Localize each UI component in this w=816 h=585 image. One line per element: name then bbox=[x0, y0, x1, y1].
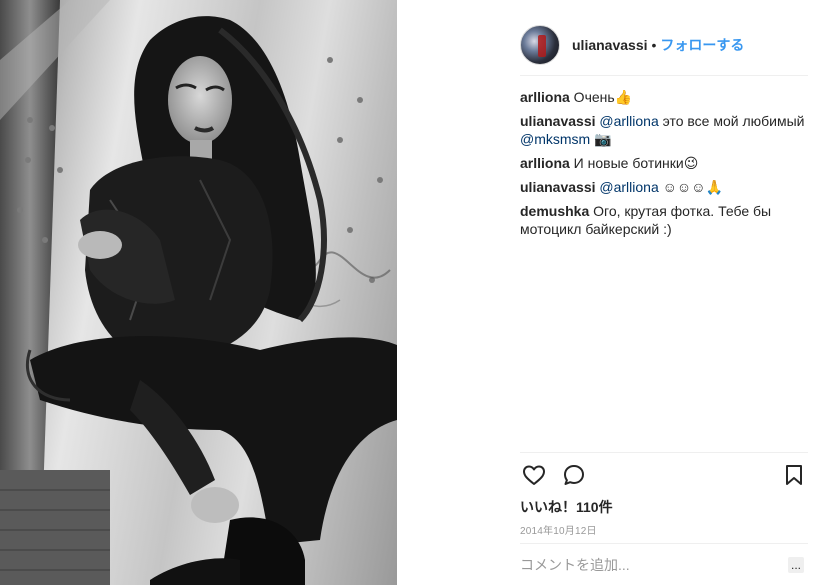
emoji-icon: 👍 bbox=[614, 90, 633, 106]
photo-illustration bbox=[0, 0, 397, 585]
comment-username[interactable]: demushka bbox=[520, 203, 589, 219]
comment-list: arlliona Очень👍 ulianavassi @arlliona это… bbox=[520, 88, 808, 243]
post-date[interactable]: 2014年10月12日 bbox=[520, 522, 597, 537]
comment-item: arlliona И новые ботинки😉 bbox=[520, 154, 808, 173]
comment-item: demushka Ого, крутая фотка. Тебе бы мото… bbox=[520, 202, 808, 238]
post-photo[interactable] bbox=[0, 0, 397, 585]
comment-input[interactable] bbox=[520, 556, 788, 573]
bookmark-icon[interactable] bbox=[780, 461, 808, 489]
comment-text: Очень bbox=[569, 89, 615, 105]
more-options-button[interactable]: ... bbox=[788, 556, 804, 573]
add-comment-bar: ... bbox=[520, 543, 808, 585]
comment-item: ulianavassi @arlliona это все мой любимы… bbox=[520, 112, 808, 149]
comment-text: это все мой любимый bbox=[658, 113, 805, 129]
heart-icon[interactable] bbox=[520, 461, 548, 489]
post-side-panel: ulianavassi • フォローする arlliona Очень👍 ulia… bbox=[397, 0, 816, 585]
comment-bubble-icon[interactable] bbox=[560, 461, 588, 489]
avatar[interactable] bbox=[520, 24, 560, 65]
post-header: ulianavassi • フォローする bbox=[520, 14, 808, 76]
comment-username[interactable]: arlliona bbox=[520, 155, 570, 171]
header-separator: • bbox=[651, 36, 657, 53]
comment-item: ulianavassi @arlliona ☺☺☺🙏 bbox=[520, 178, 808, 197]
comment-mention-link[interactable]: @arlliona bbox=[599, 179, 658, 195]
likes-count[interactable]: いいね！110件 bbox=[520, 497, 613, 517]
more-options-icon: ... bbox=[790, 557, 801, 572]
emoji-icon: 📷 bbox=[594, 132, 612, 148]
post-actions bbox=[520, 452, 808, 492]
comment-mention-link[interactable]: @arlliona bbox=[599, 113, 658, 129]
comment-mention-link[interactable]: @mksmsm bbox=[520, 131, 590, 147]
post-author-username[interactable]: ulianavassi bbox=[572, 37, 648, 53]
emoji-icon: 😉 bbox=[683, 156, 699, 172]
emoji-icon: 🙏 bbox=[705, 180, 723, 196]
follow-button[interactable]: フォローする bbox=[660, 35, 744, 55]
comment-item: arlliona Очень👍 bbox=[520, 88, 808, 107]
comment-username[interactable]: ulianavassi bbox=[520, 113, 596, 129]
comment-username[interactable]: ulianavassi bbox=[520, 179, 596, 195]
comment-username[interactable]: arlliona bbox=[520, 89, 570, 105]
comment-text: И новые ботинки bbox=[569, 155, 684, 171]
comment-text: ☺☺☺ bbox=[658, 179, 706, 195]
